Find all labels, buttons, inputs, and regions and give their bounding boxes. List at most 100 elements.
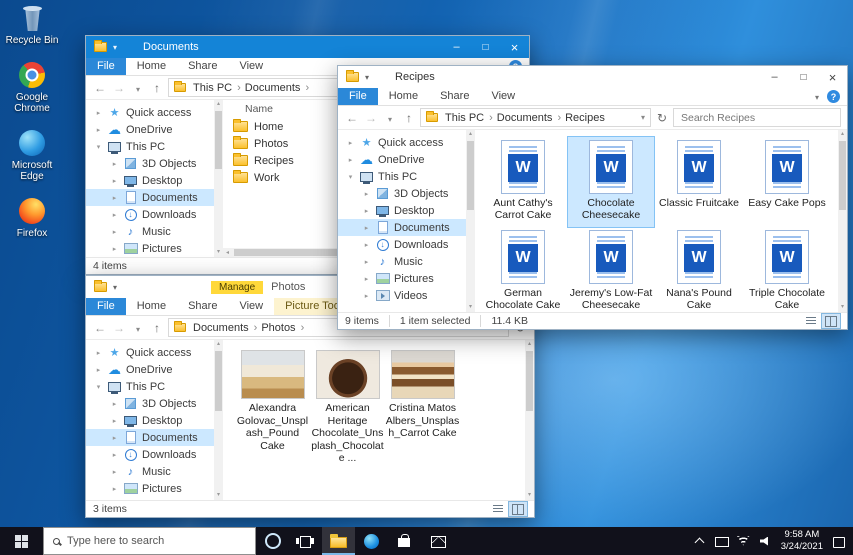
taskbar-clock[interactable]: 9:58 AM 3/24/2021 (781, 529, 823, 554)
scroll-down-icon[interactable] (528, 491, 531, 500)
search-input[interactable] (673, 108, 841, 127)
start-button[interactable] (0, 527, 43, 555)
tree-item[interactable]: 3D Objects (86, 155, 214, 172)
sidebar-scrollbar[interactable] (466, 130, 475, 312)
expand-chevron-icon[interactable] (110, 177, 119, 185)
tray-display-icon[interactable] (715, 536, 728, 547)
expand-chevron-icon[interactable] (110, 228, 119, 236)
expand-chevron-icon[interactable] (94, 366, 103, 374)
tree-item[interactable]: Downloads (338, 236, 466, 253)
expand-chevron-icon[interactable] (94, 383, 103, 391)
file-item[interactable]: Nana's Pound Cake (656, 227, 742, 317)
back-button[interactable] (92, 321, 108, 335)
action-center-icon[interactable] (832, 536, 845, 547)
ribbon-tab[interactable]: Home (378, 88, 429, 105)
expand-chevron-icon[interactable] (94, 126, 103, 134)
scroll-up-icon[interactable] (469, 130, 472, 139)
help-icon[interactable] (827, 90, 840, 103)
photo-item[interactable]: Alexandra Golovac_Unsplash_Pound Cake (235, 350, 310, 452)
details-view-button[interactable] (489, 502, 507, 516)
tree-item[interactable]: Documents (86, 429, 214, 446)
expand-chevron-icon[interactable] (362, 292, 371, 300)
file-explorer-button[interactable] (322, 527, 355, 555)
file-item[interactable]: Aunt Cathy's Carrot Cake (480, 137, 566, 227)
title-bar[interactable]: Recipes (338, 66, 847, 88)
expand-chevron-icon[interactable] (110, 434, 119, 442)
back-button[interactable] (344, 111, 360, 125)
forward-button[interactable] (111, 81, 127, 95)
back-button[interactable] (92, 81, 108, 95)
expand-chevron-icon[interactable] (362, 224, 371, 232)
maximize-button[interactable] (471, 36, 500, 58)
breadcrumb-segment[interactable]: Documents (191, 322, 259, 334)
scroll-down-icon[interactable] (469, 303, 472, 312)
scroll-up-icon[interactable] (841, 130, 844, 139)
taskbar-search[interactable] (43, 527, 256, 555)
expand-chevron-icon[interactable] (110, 400, 119, 408)
tree-item[interactable]: Documents (338, 219, 466, 236)
scroll-down-icon[interactable] (841, 303, 844, 312)
ribbon-expand-chevron-icon[interactable] (815, 91, 819, 103)
photo-item[interactable]: American Heritage Chocolate_Unsplash_Cho… (310, 350, 385, 465)
tree-item[interactable]: Downloads (86, 206, 214, 223)
mail-button[interactable] (421, 527, 454, 555)
qat-customize-chevron-icon[interactable] (113, 41, 117, 53)
tree-item[interactable]: Music (86, 463, 214, 480)
file-item[interactable]: Classic Fruitcake (656, 137, 742, 227)
tree-item[interactable]: 3D Objects (338, 185, 466, 202)
recent-locations-chevron-icon[interactable] (130, 81, 146, 95)
close-button[interactable] (818, 66, 847, 88)
ribbon-tab[interactable]: View (228, 298, 274, 315)
maximize-button[interactable] (789, 66, 818, 88)
expand-chevron-icon[interactable] (362, 207, 371, 215)
tree-item[interactable]: Quick access (338, 134, 466, 151)
expand-chevron-icon[interactable] (110, 485, 119, 493)
forward-button[interactable] (363, 111, 379, 125)
tree-item[interactable]: Pictures (86, 480, 214, 497)
scroll-up-icon[interactable] (528, 340, 531, 349)
ribbon-tab[interactable]: File (86, 58, 126, 75)
scrollbar-thumb[interactable] (467, 141, 474, 210)
expand-chevron-icon[interactable] (362, 190, 371, 198)
tree-item[interactable]: OneDrive (338, 151, 466, 168)
breadcrumb-segment[interactable]: Documents (243, 82, 311, 94)
content-scrollbar[interactable] (525, 340, 534, 500)
tree-item[interactable]: Quick access (86, 104, 214, 121)
desktop-icon-microsoft-edge[interactable]: Microsoft Edge (1, 128, 63, 183)
large-icons-view-button[interactable] (509, 502, 527, 516)
scrollbar-thumb[interactable] (839, 141, 846, 210)
breadcrumb-segment[interactable]: This PC (443, 112, 495, 124)
qat-customize-chevron-icon[interactable] (365, 71, 369, 83)
expand-chevron-icon[interactable] (110, 417, 119, 425)
scroll-down-icon[interactable] (217, 248, 220, 257)
desktop-icon-firefox[interactable]: Firefox (1, 196, 63, 240)
ribbon-tab[interactable]: Share (177, 58, 228, 75)
address-box[interactable]: This PCDocumentsRecipes (420, 108, 651, 127)
breadcrumb-segment[interactable]: Documents (495, 112, 563, 124)
file-item[interactable]: Jeremy's Low-Fat Cheesecake (568, 227, 654, 317)
tree-item[interactable]: Desktop (86, 412, 214, 429)
expand-chevron-icon[interactable] (362, 241, 371, 249)
tray-expand-button[interactable] (693, 536, 706, 547)
tree-item[interactable]: Downloads (86, 446, 214, 463)
ribbon-tab[interactable]: View (228, 58, 274, 75)
qat-customize-chevron-icon[interactable] (113, 281, 117, 293)
cortana-button[interactable] (256, 527, 289, 555)
tree-item[interactable]: OneDrive (86, 121, 214, 138)
refresh-button[interactable] (654, 111, 670, 125)
scroll-down-icon[interactable] (217, 491, 220, 500)
title-bar[interactable]: Documents (86, 36, 529, 58)
content-scrollbar[interactable] (838, 130, 847, 312)
ribbon-tab[interactable]: Share (429, 88, 480, 105)
close-button[interactable] (500, 36, 529, 58)
recent-locations-chevron-icon[interactable] (382, 111, 398, 125)
edge-button[interactable] (355, 527, 388, 555)
expand-chevron-icon[interactable] (346, 139, 355, 147)
tree-item[interactable]: 3D Objects (86, 395, 214, 412)
large-icons-view-button[interactable] (822, 314, 840, 328)
tree-item[interactable]: Quick access (86, 344, 214, 361)
photo-item[interactable]: Cristina Matos Albers_Unsplash_Carrot Ca… (385, 350, 460, 440)
tree-item[interactable]: OneDrive (86, 361, 214, 378)
expand-chevron-icon[interactable] (94, 143, 103, 151)
desktop-icon-google-chrome[interactable]: Google Chrome (1, 60, 63, 115)
